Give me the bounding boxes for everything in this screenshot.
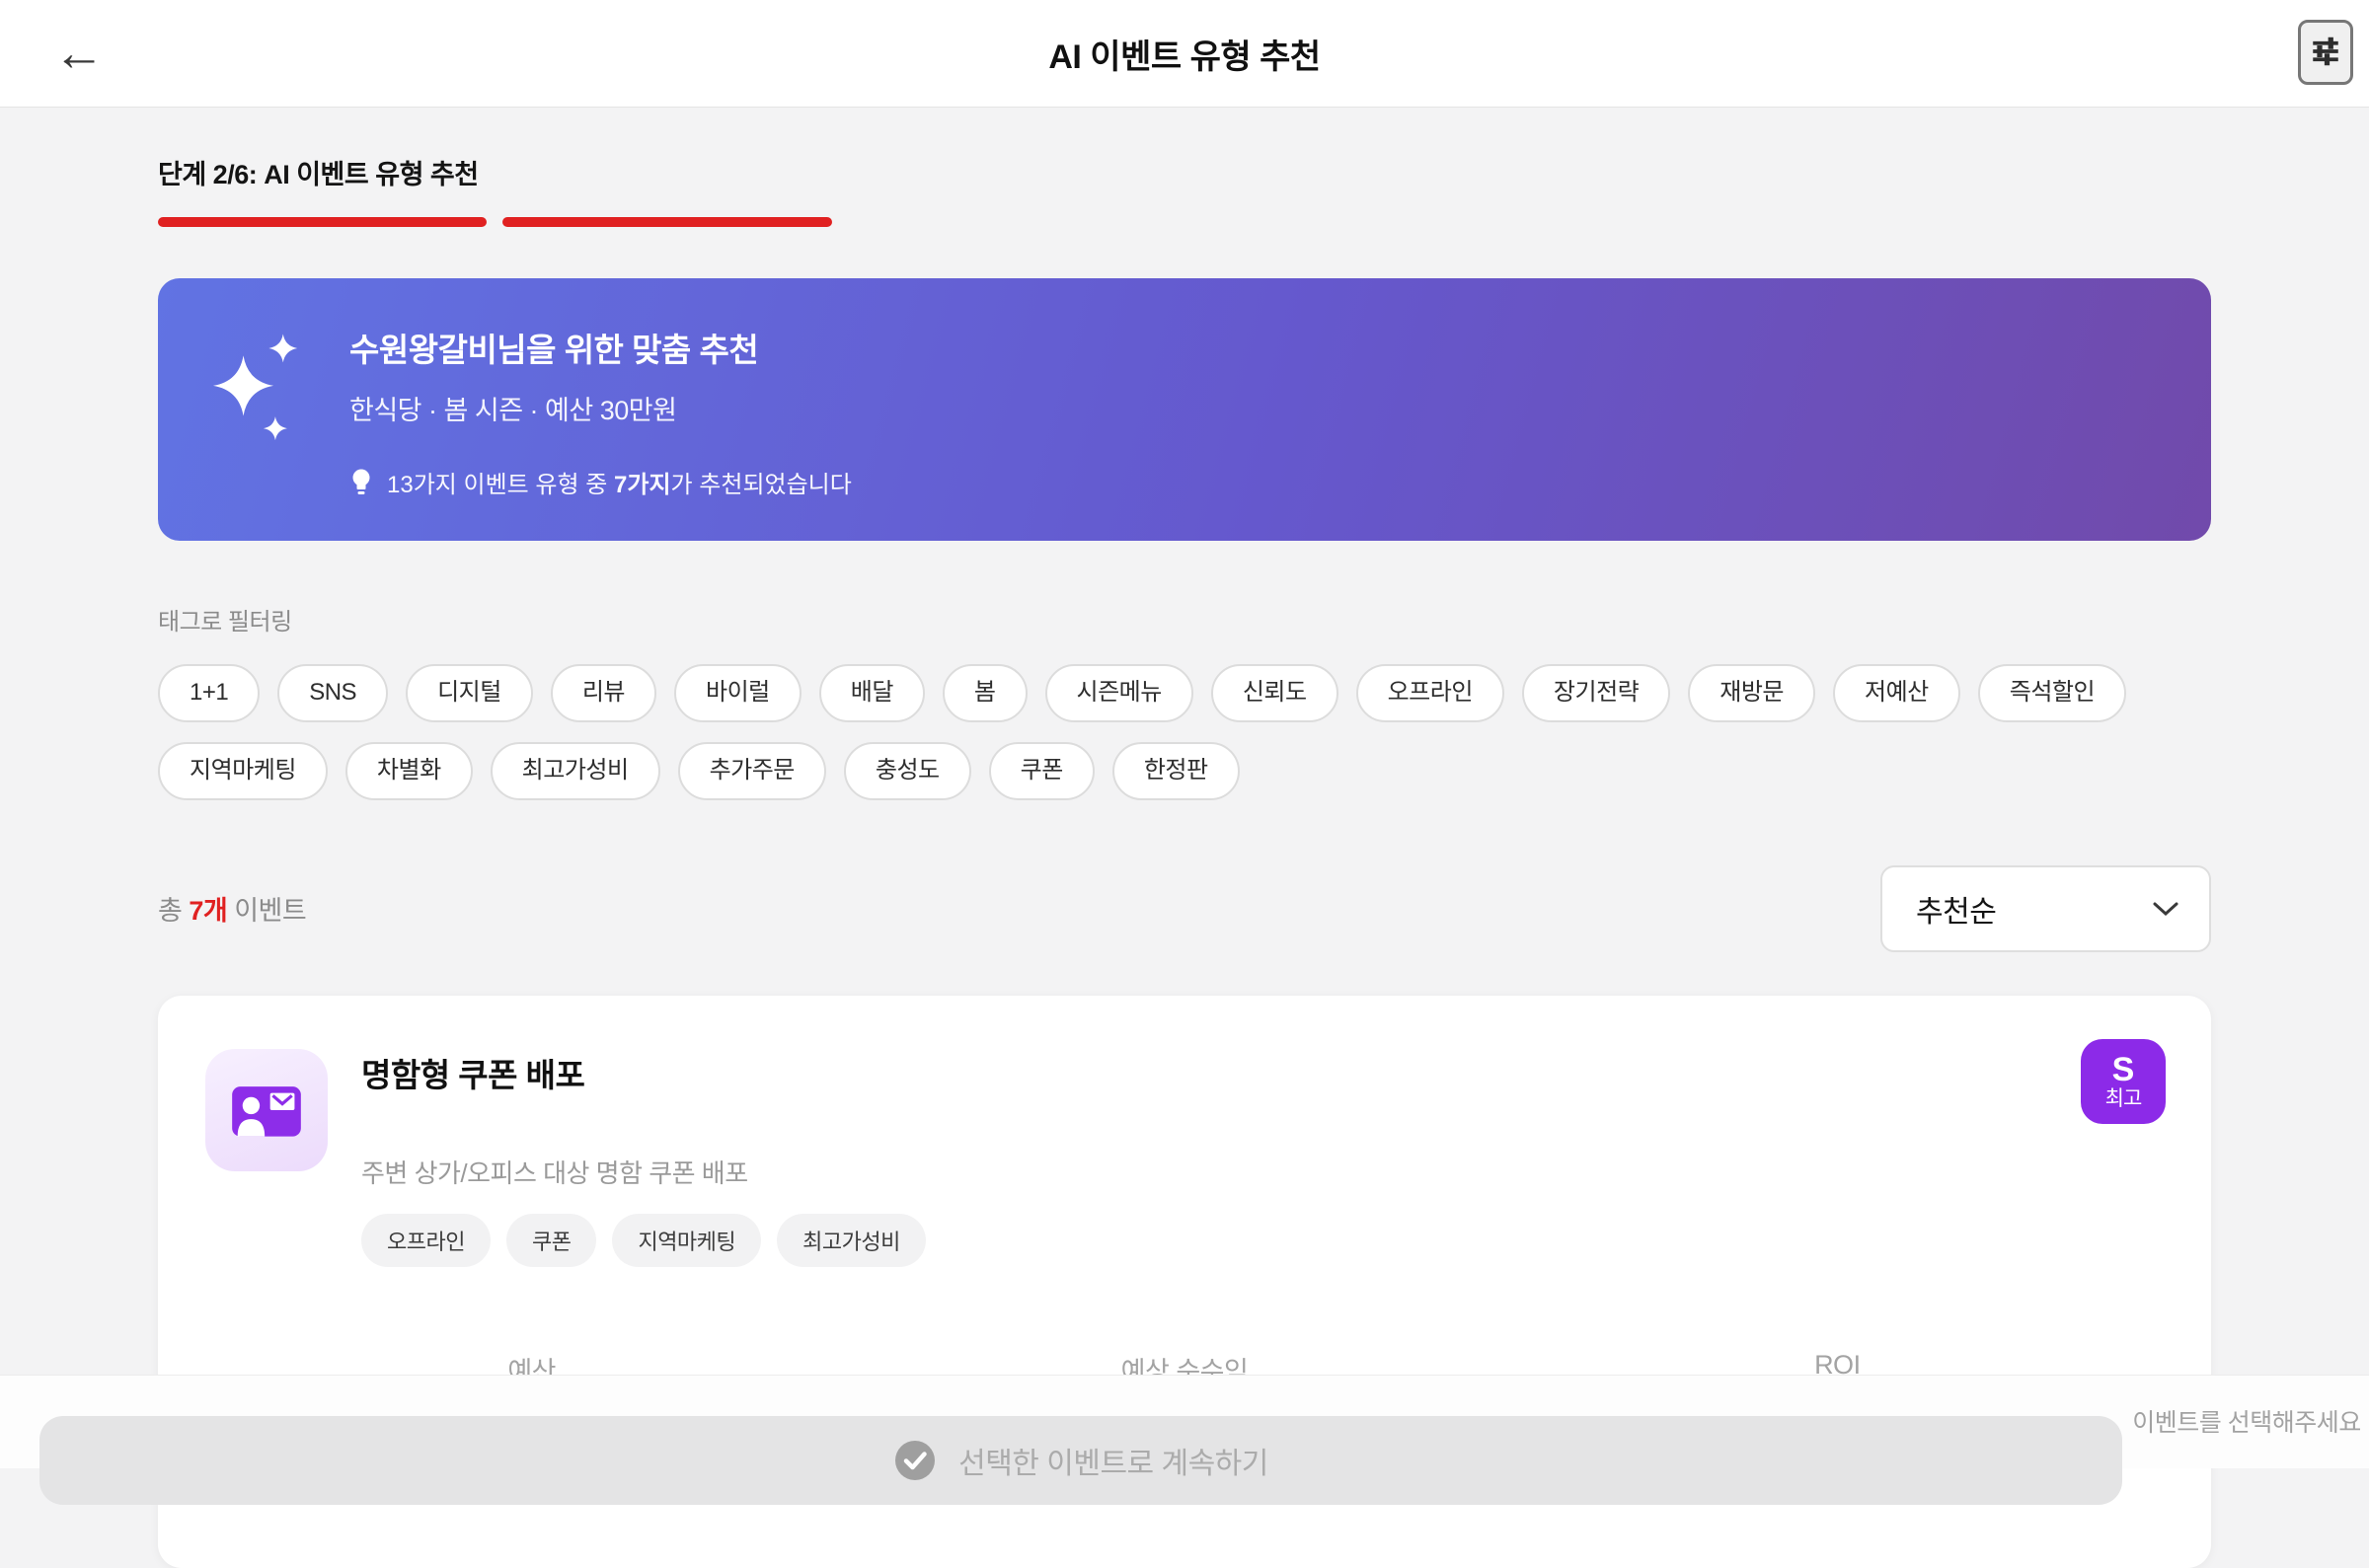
filter-tag-pill[interactable]: 쿠폰 (988, 741, 1095, 800)
banner-title: 수원왕갈비님을 위한 맞춤 추천 (349, 332, 759, 368)
event-tag-chip: 최고가성비 (777, 1213, 926, 1267)
progress-segment (1882, 217, 2211, 227)
chevron-down-icon (2152, 900, 2179, 918)
filter-tag-pill[interactable]: 차별화 (344, 741, 473, 800)
progress-segment (1537, 217, 1866, 227)
filter-tag-pill[interactable]: 바이럴 (674, 664, 802, 722)
grade-label: 최고 (2104, 1087, 2143, 1111)
continue-button[interactable]: 선택한 이벤트로 계속하기 (39, 1416, 2122, 1505)
progress-segment (158, 217, 488, 227)
filter-tag-pill[interactable]: 한정판 (1111, 741, 1240, 800)
event-count-value: 7개 (189, 896, 228, 927)
filter-tag-pill[interactable]: 추가주문 (677, 741, 826, 800)
filter-settings-button[interactable] (2298, 20, 2353, 85)
back-button[interactable]: ← (43, 24, 115, 83)
event-tag-chip: 쿠폰 (505, 1213, 597, 1267)
event-description: 주변 상가/오피스 대상 명함 쿠폰 배포 (361, 1157, 748, 1188)
filter-tag-pill[interactable]: SNS (277, 664, 389, 722)
event-title: 명함형 쿠폰 배포 (361, 1056, 585, 1093)
filter-tag-pill[interactable]: 오프라인 (1355, 664, 1504, 722)
banner-info-line: 13가지 이벤트 유형 중 7가지가 추천되었습니다 (349, 465, 852, 499)
filter-tag-pill[interactable]: 충성도 (843, 741, 971, 800)
filter-tag-pill[interactable]: 리뷰 (550, 664, 656, 722)
selection-hint-text: 이벤트를 선택해주세요 (2132, 1409, 2361, 1437)
filter-tag-pill[interactable]: 배달 (818, 664, 925, 722)
filter-tag-pill[interactable]: 저예산 (1833, 664, 1960, 722)
top-app-bar: ← AI 이벤트 유형 추천 (0, 0, 2369, 108)
progress-segment (502, 217, 832, 227)
progress-segment (848, 217, 1177, 227)
filter-tag-pill[interactable]: 장기전략 (1521, 664, 1671, 722)
sort-select[interactable]: 추천순 (1880, 864, 2211, 952)
check-circle-icon (893, 1439, 937, 1482)
grade-badge: S 최고 (2081, 1038, 2166, 1124)
step-progress-label: 단계 2/6: AI 이벤트 유형 추천 (158, 160, 479, 189)
banner-subtitle: 한식당 · 봄 시즌 · 예산 30만원 (349, 396, 677, 425)
continue-button-label: 선택한 이벤트로 계속하기 (958, 1448, 1268, 1480)
banner-text-block: 수원왕갈비님을 위한 맞춤 추천 한식당 · 봄 시즌 · 예산 30만원 13… (349, 324, 852, 499)
bottom-action-bar: 선택한 이벤트로 계속하기 이벤트를 선택해주세요 (0, 1375, 2369, 1505)
filter-tag-pill[interactable]: 재방문 (1688, 664, 1815, 722)
contact-coupon-icon (205, 1048, 328, 1171)
page-title: AI 이벤트 유형 추천 (1048, 37, 1321, 76)
filter-tag-pill[interactable]: 봄 (942, 664, 1028, 722)
event-count-text: 총 7개 이벤트 (158, 896, 307, 927)
event-card-text: 명함형 쿠폰 배포 주변 상가/오피스 대상 명함 쿠폰 배포 오프라인 쿠폰 지역… (361, 1049, 926, 1267)
main-content: 단계 2/6: AI 이벤트 유형 추천 수원왕갈비님을 위한 맞춤 추천 한식… (0, 153, 2369, 1568)
event-tag-chip: 오프라인 (361, 1213, 491, 1267)
banner-info-text: 13가지 이벤트 유형 중 7가지가 추천되었습니다 (387, 472, 852, 498)
grade-letter: S (2111, 1051, 2135, 1089)
list-header: 총 7개 이벤트 추천순 (158, 864, 2211, 952)
step-progress-bar (158, 217, 2211, 227)
sparkles-icon (213, 332, 312, 451)
filter-tag-pill[interactable]: 시즌메뉴 (1044, 664, 1193, 722)
progress-segment (1192, 217, 1521, 227)
filter-tag-list: 1+1 SNS 디지털 리뷰 바이럴 배달 봄 시즌메뉴 신뢰도 오프라인 장기전략 재방문 저예산 즉석… (158, 664, 2211, 800)
event-card-head: 명함형 쿠폰 배포 주변 상가/오피스 대상 명함 쿠폰 배포 오프라인 쿠폰 지역… (205, 1048, 2164, 1267)
filter-tag-pill[interactable]: 지역마케팅 (158, 741, 328, 800)
sort-select-value: 추천순 (1916, 895, 1997, 929)
filter-tag-pill[interactable]: 최고가성비 (490, 741, 660, 800)
filter-tag-pill[interactable]: 즉석할인 (1977, 664, 2127, 722)
event-tag-chip: 지역마케팅 (612, 1213, 762, 1267)
filter-tag-pill[interactable]: 1+1 (158, 664, 261, 722)
tune-icon (2308, 34, 2343, 72)
tag-filter-label: 태그로 필터링 (158, 609, 292, 635)
event-tag-list: 오프라인 쿠폰 지역마케팅 최고가성비 (361, 1213, 926, 1267)
filter-tag-pill[interactable]: 신뢰도 (1210, 664, 1338, 722)
filter-tag-pill[interactable]: 디지털 (406, 664, 533, 722)
ai-recommendation-banner: 수원왕갈비님을 위한 맞춤 추천 한식당 · 봄 시즌 · 예산 30만원 13… (158, 278, 2211, 541)
lightbulb-icon (349, 468, 373, 497)
